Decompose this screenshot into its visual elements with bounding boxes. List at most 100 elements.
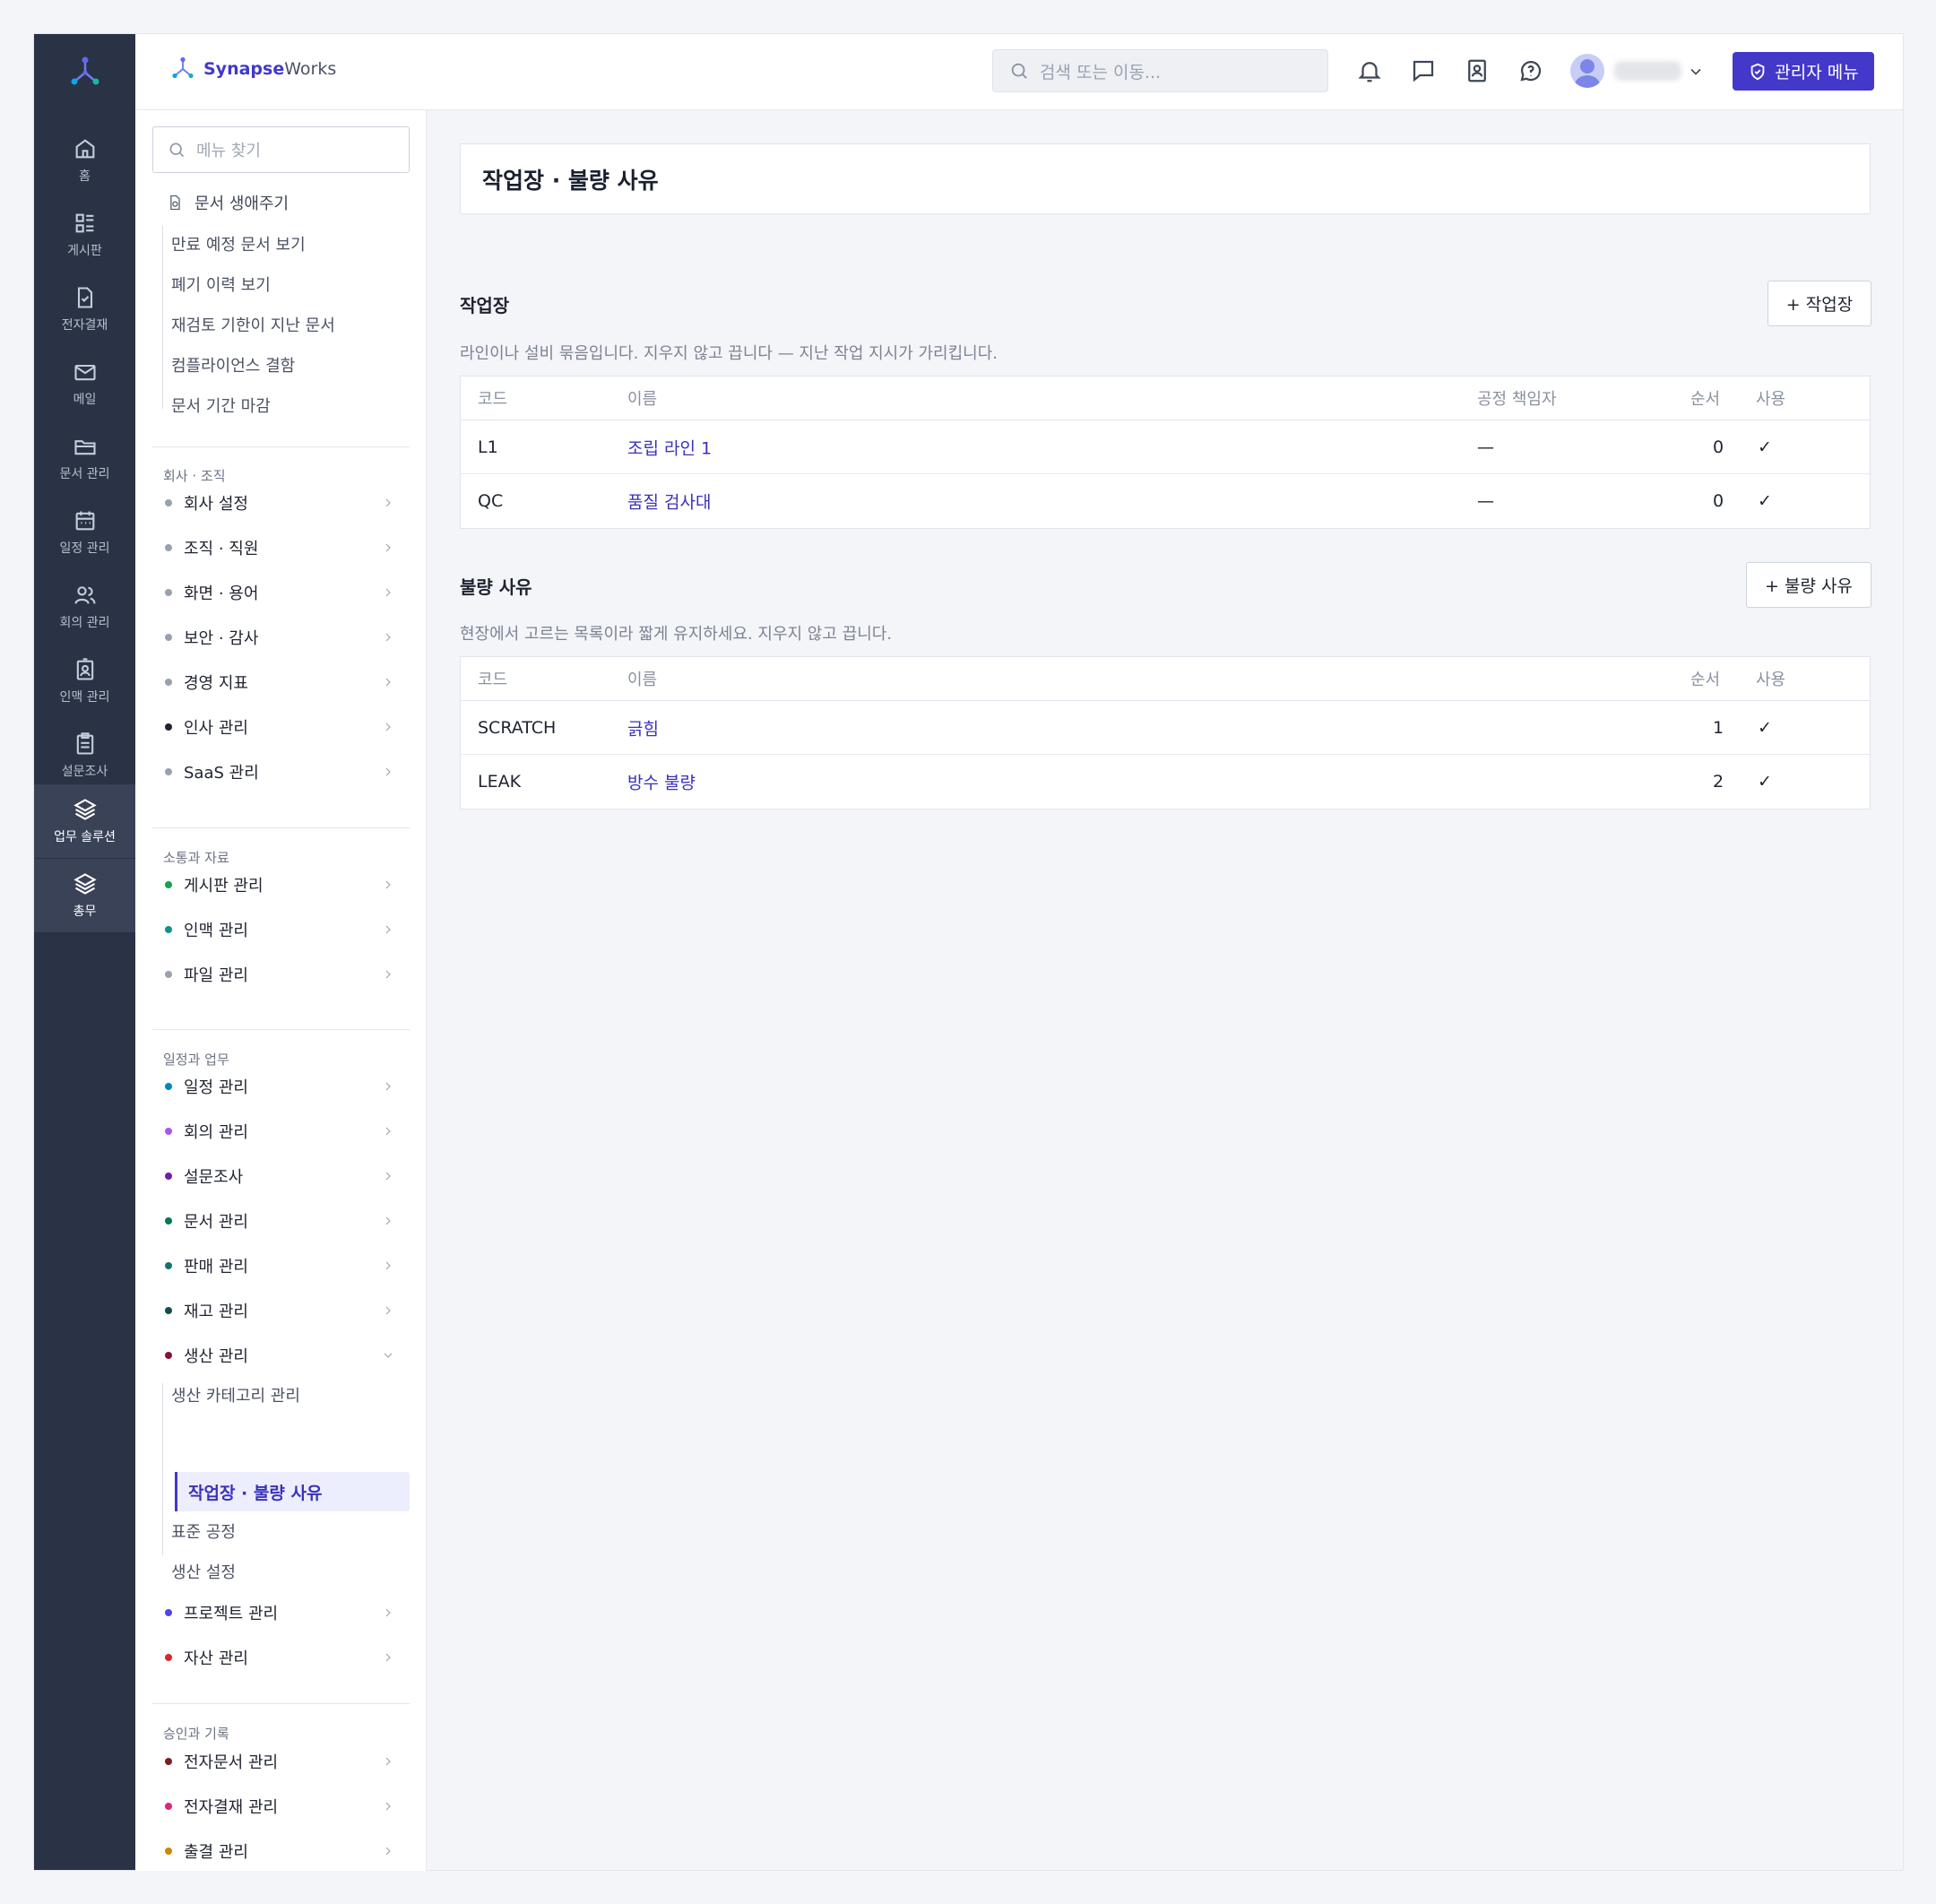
submenu-item[interactable]: 폐기 이력 보기 (171, 273, 271, 296)
col-header-name[interactable]: 이름 (627, 386, 657, 410)
menu-dot (165, 1128, 172, 1135)
menu-item-doc-lifecycle[interactable]: 문서 생애주기 (194, 191, 289, 214)
submenu-item-workcenter-defect-active[interactable]: 작업장 · 불량 사유 (175, 1472, 410, 1511)
menu-item-company-settings[interactable]: 회사 설정 (152, 485, 410, 521)
col-header-code[interactable]: 코드 (478, 386, 507, 410)
submenu-item[interactable]: 문서 기간 마감 (171, 394, 271, 417)
contact-icon (76, 658, 93, 680)
search-placeholder: 검색 또는 이동... (1040, 62, 1162, 82)
rail-label: 인맥 관리 (59, 690, 110, 705)
cell-name-link[interactable]: 품질 검사대 (627, 489, 711, 514)
menu-item-survey-admin[interactable]: 설문조사 (152, 1158, 410, 1194)
submenu-item-standard-process[interactable]: 표준 공정 (171, 1519, 236, 1543)
help-button[interactable] (1517, 57, 1544, 84)
notifications-button[interactable] (1356, 57, 1383, 84)
table-row[interactable]: LEAK 방수 불량 2 ✓ (461, 755, 1870, 809)
add-defect-button[interactable]: + 불량 사유 (1746, 562, 1871, 608)
messages-button[interactable] (1410, 57, 1437, 84)
rail-item-calendar[interactable]: 일정 관리 (34, 496, 135, 569)
rail-item-approval[interactable]: 전자결재 (34, 273, 135, 346)
add-workcenter-button[interactable]: + 작업장 (1767, 281, 1871, 326)
rail-item-home[interactable]: 홈 (34, 124, 135, 197)
chevron-down-icon[interactable] (1687, 63, 1705, 81)
board-icon (75, 213, 93, 233)
submenu-item-production-settings[interactable]: 생산 설정 (171, 1560, 236, 1583)
menu-item-kpi[interactable]: 경영 지표 (152, 664, 410, 700)
table-header: 코드 이름 순서 사용 (461, 657, 1870, 701)
rail-item-mail[interactable]: 메일 (34, 347, 135, 420)
chevron-right-icon (385, 723, 391, 731)
cell-name-link[interactable]: 조립 라인 1 (627, 435, 712, 459)
menu-item-contacts-admin[interactable]: 인맥 관리 (152, 912, 410, 948)
rail-item-meetings[interactable]: 회의 관리 (34, 570, 135, 644)
menu-item-edocs-admin[interactable]: 전자문서 관리 (152, 1744, 410, 1779)
menu-search-input[interactable]: 메뉴 찾기 (152, 126, 410, 173)
col-header-manager[interactable]: 공정 책임자 (1477, 386, 1557, 410)
cell-name-link[interactable]: 방수 불량 (627, 770, 696, 794)
menu-item-project-admin[interactable]: 프로젝트 관리 (152, 1595, 410, 1631)
menu-item-approval-admin[interactable]: 전자결재 관리 (152, 1788, 410, 1824)
brand[interactable]: Synapse Works (169, 56, 336, 82)
cell-name-link[interactable]: 긁힘 (627, 715, 659, 740)
main-content: 작업장 · 불량 사유 작업장 + 작업장 라인이나 설비 묶음입니다. 지우지… (427, 110, 1903, 1870)
rail-label: 설문조사 (61, 765, 108, 779)
table-row[interactable]: SCRATCH 긁힘 1 ✓ (461, 701, 1870, 755)
submenu-item[interactable]: 만료 예정 문서 보기 (171, 232, 306, 255)
rail-item-work-solutions[interactable]: 업무 솔루션 (34, 784, 135, 858)
menu-item-documents-admin[interactable]: 문서 관리 (152, 1203, 410, 1239)
user-avatar[interactable] (1570, 54, 1604, 88)
menu-item-screen-terms[interactable]: 화면 · 용어 (152, 575, 410, 610)
contacts-button[interactable] (1464, 57, 1491, 84)
rail-item-contacts[interactable]: 인맥 관리 (34, 645, 135, 718)
menu-item-attendance-admin[interactable]: 출결 관리 (152, 1833, 410, 1869)
col-header-use[interactable]: 사용 (1756, 667, 1785, 690)
menu-item-production-admin[interactable]: 생산 관리 (152, 1337, 410, 1373)
menu-dot (165, 1262, 172, 1269)
submenu-item[interactable]: 컴플라이언스 결함 (171, 353, 295, 376)
submenu-item[interactable]: 재검토 기한이 지난 문서 (171, 313, 335, 336)
menu-item-files-admin[interactable]: 파일 관리 (152, 956, 410, 992)
menu-item-meeting-admin[interactable]: 회의 관리 (152, 1113, 410, 1149)
admin-menu-button[interactable]: 관리자 메뉴 (1733, 52, 1874, 91)
rail-item-board[interactable]: 게시판 (34, 198, 135, 272)
rail-label: 업무 솔루션 (54, 830, 116, 844)
submenu-item-production-category[interactable]: 생산 카테고리 관리 (171, 1383, 300, 1406)
defects-description: 현장에서 고르는 목록이라 짧게 유지하세요. 지우지 않고 끕니다. (460, 625, 893, 644)
app-logo-icon[interactable] (34, 52, 135, 93)
menu-item-asset-admin[interactable]: 자산 관리 (152, 1640, 410, 1675)
rail-item-survey[interactable]: 설문조사 (34, 719, 135, 792)
menu-item-board-admin[interactable]: 게시판 관리 (152, 867, 410, 903)
rail-item-documents[interactable]: 문서 관리 (34, 421, 135, 495)
chevron-right-icon (385, 1127, 391, 1136)
col-header-order[interactable]: 순서 (1690, 386, 1720, 410)
menu-dot (165, 499, 172, 506)
table-row[interactable]: L1 조립 라인 1 — 0 ✓ (461, 420, 1870, 474)
col-header-code[interactable]: 코드 (478, 667, 507, 690)
menu-divider (152, 1703, 410, 1704)
menu-item-label: 문서 관리 (184, 1213, 248, 1232)
col-header-name[interactable]: 이름 (627, 667, 657, 690)
global-search-input[interactable]: 검색 또는 이동... (992, 49, 1328, 92)
menu-item-hr[interactable]: 인사 관리 (152, 709, 410, 745)
rail-label: 메일 (73, 393, 97, 407)
menu-item-saas[interactable]: SaaS 관리 (152, 754, 410, 790)
menu-item-inventory-admin[interactable]: 재고 관리 (152, 1293, 410, 1328)
app-window: 홈 게시판 전자결재 메일 문서 관리 일정 관리 회의 관리 인맥 관리 설문… (33, 33, 1904, 1871)
cell-manager: — (1477, 491, 1494, 511)
user-name-blurred[interactable] (1614, 61, 1681, 81)
menu-item-org-staff[interactable]: 조직 · 직원 (152, 530, 410, 566)
menu-item-security-audit[interactable]: 보안 · 감사 (152, 619, 410, 655)
search-icon (169, 143, 185, 158)
table-row[interactable]: QC 품질 검사대 — 0 ✓ (461, 474, 1870, 528)
rail-label: 문서 관리 (59, 467, 110, 481)
menu-dot (165, 1654, 172, 1661)
chevron-right-icon (385, 1082, 391, 1091)
rail-item-general-affairs[interactable]: 총무 (34, 859, 135, 932)
col-header-order[interactable]: 순서 (1690, 667, 1720, 690)
menu-item-sales-admin[interactable]: 판매 관리 (152, 1248, 410, 1284)
menu-item-schedule-admin[interactable]: 일정 관리 (152, 1069, 410, 1104)
bell-icon (1358, 62, 1381, 82)
col-header-use[interactable]: 사용 (1756, 386, 1785, 410)
rail-label: 홈 (79, 169, 91, 184)
brand-name-bold: Synapse (203, 59, 285, 79)
